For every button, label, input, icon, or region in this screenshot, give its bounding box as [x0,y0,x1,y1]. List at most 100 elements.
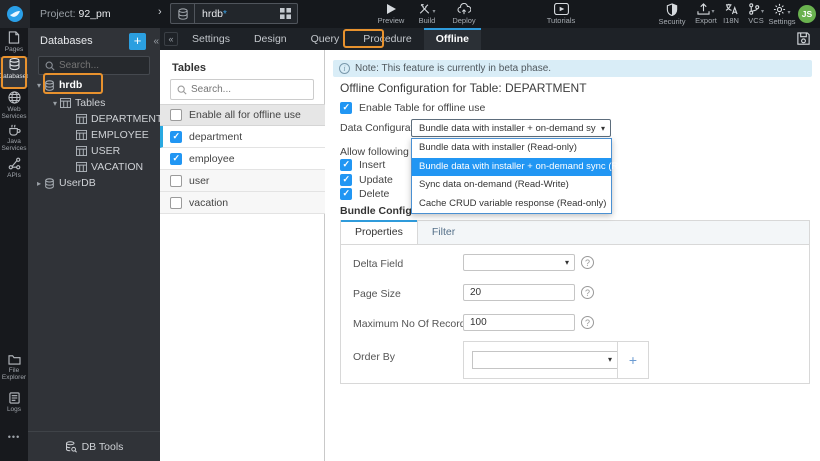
data-configuration-select[interactable]: Bundle data with installer + on-demand s… [411,119,611,137]
db-tools-button[interactable]: DB Tools [28,431,160,461]
table-icon [76,114,87,124]
delta-field-label: Delta Field [353,258,404,270]
tables-search[interactable] [170,79,314,100]
insert-checkbox[interactable] [340,159,352,171]
max-records-help-icon[interactable]: ? [581,316,594,329]
collapse-sidebar-icon[interactable]: « [164,32,178,46]
sidebar-item-pages[interactable]: Pages [0,31,28,57]
collapse-panel-icon[interactable]: « [153,36,159,47]
table-row-employee[interactable]: employee [160,148,325,170]
user-avatar[interactable]: JS [798,5,816,23]
settings-button[interactable]: ▾ Settings [762,3,802,26]
globe-icon [7,91,21,104]
search-input[interactable] [59,60,139,71]
database-tree: ▾ hrdb ▾ Tables DEPARTMENT EMPLOYEE USER… [28,75,162,191]
tab-properties[interactable]: Properties [341,220,418,244]
page-size-help-icon[interactable]: ? [581,286,594,299]
delete-checkbox[interactable] [340,188,352,200]
enable-table-checkbox[interactable] [340,102,352,114]
update-checkbox[interactable] [340,174,352,186]
tab-procedure[interactable]: Procedure [351,28,423,50]
update-operation-row[interactable]: Update [340,174,393,186]
build-button[interactable]: ▾ Build [410,3,444,25]
table-icon [60,98,71,108]
translate-icon [725,3,738,15]
preview-button[interactable]: Preview [372,3,410,25]
grid-icon[interactable] [273,8,297,19]
more-menu-button[interactable]: ••• [0,432,28,442]
tree-node-employee[interactable]: EMPLOYEE [28,127,160,143]
tree-node-department[interactable]: DEPARTMENT [28,111,162,127]
insert-operation-row[interactable]: Insert [340,159,385,171]
tree-node-hrdb[interactable]: ▾ hrdb [28,75,160,95]
tab-offline[interactable]: Offline [423,28,481,50]
tree-node-user[interactable]: USER [28,143,160,159]
menu-option-bundle-ondemand[interactable]: Bundle data with installer + on-demand s… [412,157,663,176]
caret-down-icon[interactable]: ▾ [50,99,60,108]
export-icon [697,3,711,15]
search-icon [45,61,55,71]
page-size-input[interactable] [463,284,575,301]
sidebar-item-apis[interactable]: APIs [0,157,28,183]
order-by-select[interactable]: ▾ [472,351,618,369]
coffee-icon [8,124,21,136]
deploy-button[interactable]: Deploy [444,3,484,25]
caret-down-icon: ▾ [607,355,612,364]
table-row-department[interactable]: department [160,126,325,148]
delta-field-select[interactable]: ▾ [463,254,575,271]
shield-icon [666,3,678,16]
table-row-vacation[interactable]: vacation [160,192,325,214]
sidebar-item-databases[interactable]: Databases [0,57,30,87]
sidebar-item-logs[interactable]: Logs [0,392,28,418]
bundle-tabs: Properties Filter [341,220,809,245]
table-row-user[interactable]: user [160,170,325,192]
caret-right-icon[interactable]: ▸ [34,179,44,188]
page-size-label: Page Size [353,288,401,300]
enable-all-checkbox[interactable] [170,109,182,121]
menu-option-sync-ondemand[interactable]: Sync data on-demand (Read-Write) [412,176,611,195]
sidebar-item-web-services[interactable]: Web Services [0,91,28,123]
tree-node-vacation[interactable]: VACATION [28,159,160,175]
delete-operation-row[interactable]: Delete [340,188,389,200]
enable-all-row[interactable]: Enable all for offline use [160,104,325,126]
add-database-button[interactable]: + [129,33,146,50]
caret-down-icon[interactable]: ▾ [34,81,44,90]
table-icon [76,146,87,156]
top-bar: Project: 92_pm › hrdb* Preview ▾ Build D… [0,0,820,28]
tables-list: Enable all for offline use department em… [160,104,325,214]
tutorials-button[interactable]: Tutorials [538,3,584,25]
tab-filter[interactable]: Filter [418,221,469,244]
employee-checkbox[interactable] [170,152,182,165]
database-search[interactable] [38,56,150,75]
artifact-tab-hrdb[interactable]: hrdb* [170,3,298,24]
tab-query[interactable]: Query [299,28,352,50]
delta-field-help-icon[interactable]: ? [581,256,594,269]
add-order-by-button[interactable]: + [617,341,648,379]
sidebar-item-java-services[interactable]: Java Services [0,123,28,155]
deploy-cloud-icon [457,3,471,15]
security-button[interactable]: Security [652,3,692,26]
pages-icon [8,31,20,44]
tree-node-userdb[interactable]: ▸ UserDB [28,175,160,191]
tab-settings[interactable]: Settings [180,28,242,50]
info-icon: i [339,63,350,74]
menu-option-bundle-installer[interactable]: Bundle data with installer (Read-only) [412,139,611,158]
app-logo[interactable] [0,0,30,28]
menu-option-cache-crud[interactable]: Cache CRUD variable response (Read-only) [412,195,611,214]
max-records-input[interactable] [463,314,575,331]
order-by-group: ▾ + [463,341,649,379]
tab-design[interactable]: Design [242,28,299,50]
save-icon[interactable] [796,31,814,47]
user-checkbox[interactable] [170,174,182,187]
logo-icon [7,6,23,22]
project-name: 92_pm [78,8,111,20]
breadcrumb-chevron-icon: › [158,6,162,18]
vacation-checkbox[interactable] [170,196,182,209]
tree-node-tables[interactable]: ▾ Tables [28,95,160,111]
chevron-down-icon: ▾ [787,10,791,16]
sidebar-item-file-explorer[interactable]: File Explorer [0,354,28,386]
department-checkbox[interactable] [170,130,182,143]
project-breadcrumb[interactable]: Project: 92_pm [40,8,111,20]
enable-table-row[interactable]: Enable Table for offline use [340,102,485,114]
tables-search-input[interactable] [191,84,296,95]
